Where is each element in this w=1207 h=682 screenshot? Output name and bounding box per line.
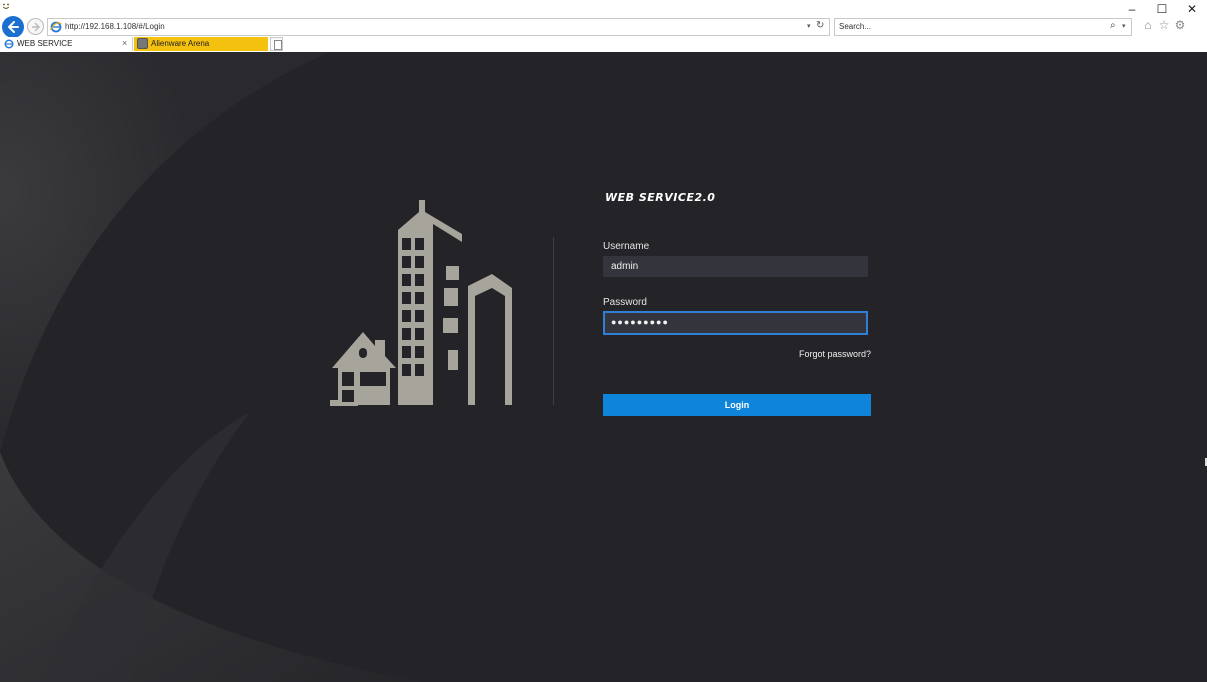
search-input[interactable]: Search... (839, 22, 871, 31)
password-label: Password (603, 297, 647, 308)
refresh-icon[interactable]: ↻ (816, 20, 824, 31)
tab-web-service[interactable]: WEB SERVICE × (0, 37, 133, 51)
product-title: WEB SERVICE2.0 (605, 191, 716, 204)
search-icon[interactable]: ⌕ (1110, 20, 1116, 31)
forgot-password-link[interactable]: Forgot password? (799, 349, 871, 359)
city-buildings-logo (330, 200, 512, 406)
close-tab-icon[interactable]: × (122, 38, 127, 48)
settings-icon[interactable]: ⚙ (1173, 18, 1187, 32)
tab-alienware-arena[interactable]: Alienware Arena (134, 37, 268, 51)
ie-icon (4, 39, 14, 49)
username-label: Username (603, 241, 650, 252)
back-icon (8, 21, 19, 33)
address-text[interactable]: http://192.168.1.108/#/Login (65, 22, 165, 31)
chevron-down-icon[interactable]: ▾ (807, 22, 811, 30)
navigation-bar: http://192.168.1.108/#/Login ▾ ↻ Search.… (0, 16, 1207, 38)
password-value: ●●●●●●●●● (611, 317, 669, 327)
ie-icon (50, 21, 62, 33)
new-tab-button[interactable] (270, 37, 283, 51)
tab-label: WEB SERVICE (17, 39, 73, 48)
tab-bar: WEB SERVICE × Alienware Arena (0, 37, 1207, 52)
vertical-divider (553, 237, 554, 405)
search-bar[interactable]: Search... ⌕ ▾ (834, 18, 1132, 36)
chevron-down-icon[interactable]: ▾ (1122, 22, 1126, 30)
address-bar[interactable]: http://192.168.1.108/#/Login ▾ ↻ (47, 18, 830, 36)
background-swoosh (0, 52, 420, 682)
back-button[interactable] (2, 16, 24, 38)
forward-button[interactable] (27, 18, 44, 35)
maximize-button[interactable]: ☐ (1150, 2, 1174, 16)
username-field[interactable]: admin (603, 256, 868, 277)
close-window-button[interactable]: ✕ (1180, 2, 1204, 16)
login-page: WEB SERVICE2.0 Username admin Password ●… (0, 52, 1207, 682)
password-field[interactable]: ●●●●●●●●● (603, 311, 868, 335)
login-button[interactable]: Login (603, 394, 871, 416)
minimize-button[interactable]: – (1120, 2, 1144, 16)
favorites-icon[interactable]: ☆ (1157, 18, 1171, 32)
username-value: admin (611, 261, 639, 272)
home-icon[interactable]: ⌂ (1141, 18, 1155, 32)
browser-chrome: – ☐ ✕ http://192.168.1.108/#/Login ▾ ↻ S… (0, 0, 1207, 52)
forward-icon (32, 22, 40, 32)
tab-label: Alienware Arena (151, 39, 210, 48)
alienware-icon (137, 38, 148, 49)
